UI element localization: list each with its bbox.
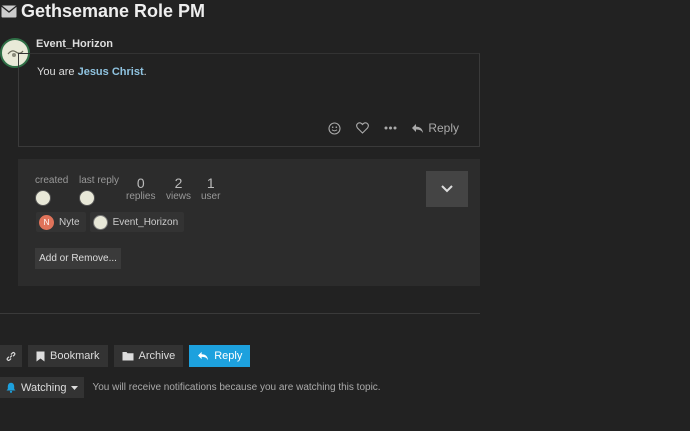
- bookmark-label: Bookmark: [50, 350, 100, 362]
- users-count: 1: [206, 175, 215, 191]
- add-or-remove-button[interactable]: Add or Remove...: [35, 248, 121, 269]
- bookmark-button[interactable]: Bookmark: [28, 345, 108, 367]
- topic-header: Gethsemane Role PM: [0, 0, 205, 22]
- bookmark-icon: [36, 351, 45, 361]
- mention-link[interactable]: Jesus Christ: [78, 66, 144, 78]
- expand-button[interactable]: [426, 171, 468, 207]
- created-avatar[interactable]: [35, 190, 51, 206]
- users-stat: 1 user: [201, 175, 220, 202]
- link-icon: [6, 351, 16, 361]
- post: You are Jesus Christ. Reply: [18, 53, 480, 147]
- views-count: 2: [174, 175, 183, 191]
- page-title: Gethsemane Role PM: [21, 0, 206, 21]
- notification-level-label: Watching: [21, 381, 67, 394]
- envelope-icon: [0, 3, 17, 20]
- participant-chip[interactable]: Event_Horizon: [89, 212, 185, 232]
- chevron-down-icon: [441, 185, 453, 193]
- post-body: You are Jesus Christ.: [37, 66, 147, 78]
- reply-label: Reply: [214, 350, 243, 362]
- post-reply-button[interactable]: Reply: [411, 121, 459, 135]
- post-text-end: .: [143, 66, 147, 78]
- participant-avatar: N: [39, 214, 54, 230]
- smile-icon[interactable]: [327, 121, 341, 135]
- replies-stat: 0 replies: [126, 175, 155, 202]
- archive-button[interactable]: Archive: [113, 345, 184, 367]
- topic-map: created last reply 0 replies 2 views 1 u…: [18, 159, 480, 286]
- replies-label: replies: [126, 191, 156, 202]
- participant-name: Nyte: [59, 216, 80, 228]
- last-reply-stat: last reply: [79, 175, 119, 206]
- post-username[interactable]: Event_Horizon: [36, 38, 113, 50]
- created-label: created: [35, 175, 69, 186]
- post-text: You are: [37, 66, 78, 78]
- last-reply-avatar[interactable]: [79, 190, 95, 206]
- reply-icon: [412, 123, 424, 133]
- divider: [0, 313, 480, 314]
- participant-chip[interactable]: N Nyte: [36, 212, 86, 232]
- participants: N Nyte Event_Horizon: [36, 212, 185, 232]
- participant-name: Event_Horizon: [112, 216, 179, 228]
- reply-button[interactable]: Reply: [189, 345, 251, 367]
- replies-count: 0: [136, 175, 145, 191]
- notification-level-button[interactable]: Watching: [0, 377, 85, 398]
- heart-icon[interactable]: [355, 121, 369, 135]
- views-label: views: [166, 191, 192, 202]
- last-reply-label: last reply: [79, 175, 120, 186]
- post-reply-label: Reply: [428, 121, 459, 135]
- notification-description: You will receive notifications because y…: [92, 382, 381, 393]
- more-icon[interactable]: [383, 121, 397, 135]
- views-stat: 2 views: [166, 175, 191, 202]
- created-stat: created: [35, 175, 68, 206]
- users-label: user: [201, 191, 221, 202]
- post-actions: Reply: [327, 121, 459, 135]
- share-link-button[interactable]: [0, 345, 22, 367]
- participant-avatar: [92, 214, 108, 230]
- topic-footer-buttons: Bookmark Archive Reply: [0, 345, 251, 367]
- reply-icon: [198, 351, 209, 361]
- archive-label: Archive: [138, 350, 176, 362]
- notifications: Watching You will receive notifications …: [0, 377, 381, 398]
- caret-down-icon: [71, 385, 79, 390]
- folder-icon: [122, 352, 134, 361]
- bell-icon: [6, 382, 16, 393]
